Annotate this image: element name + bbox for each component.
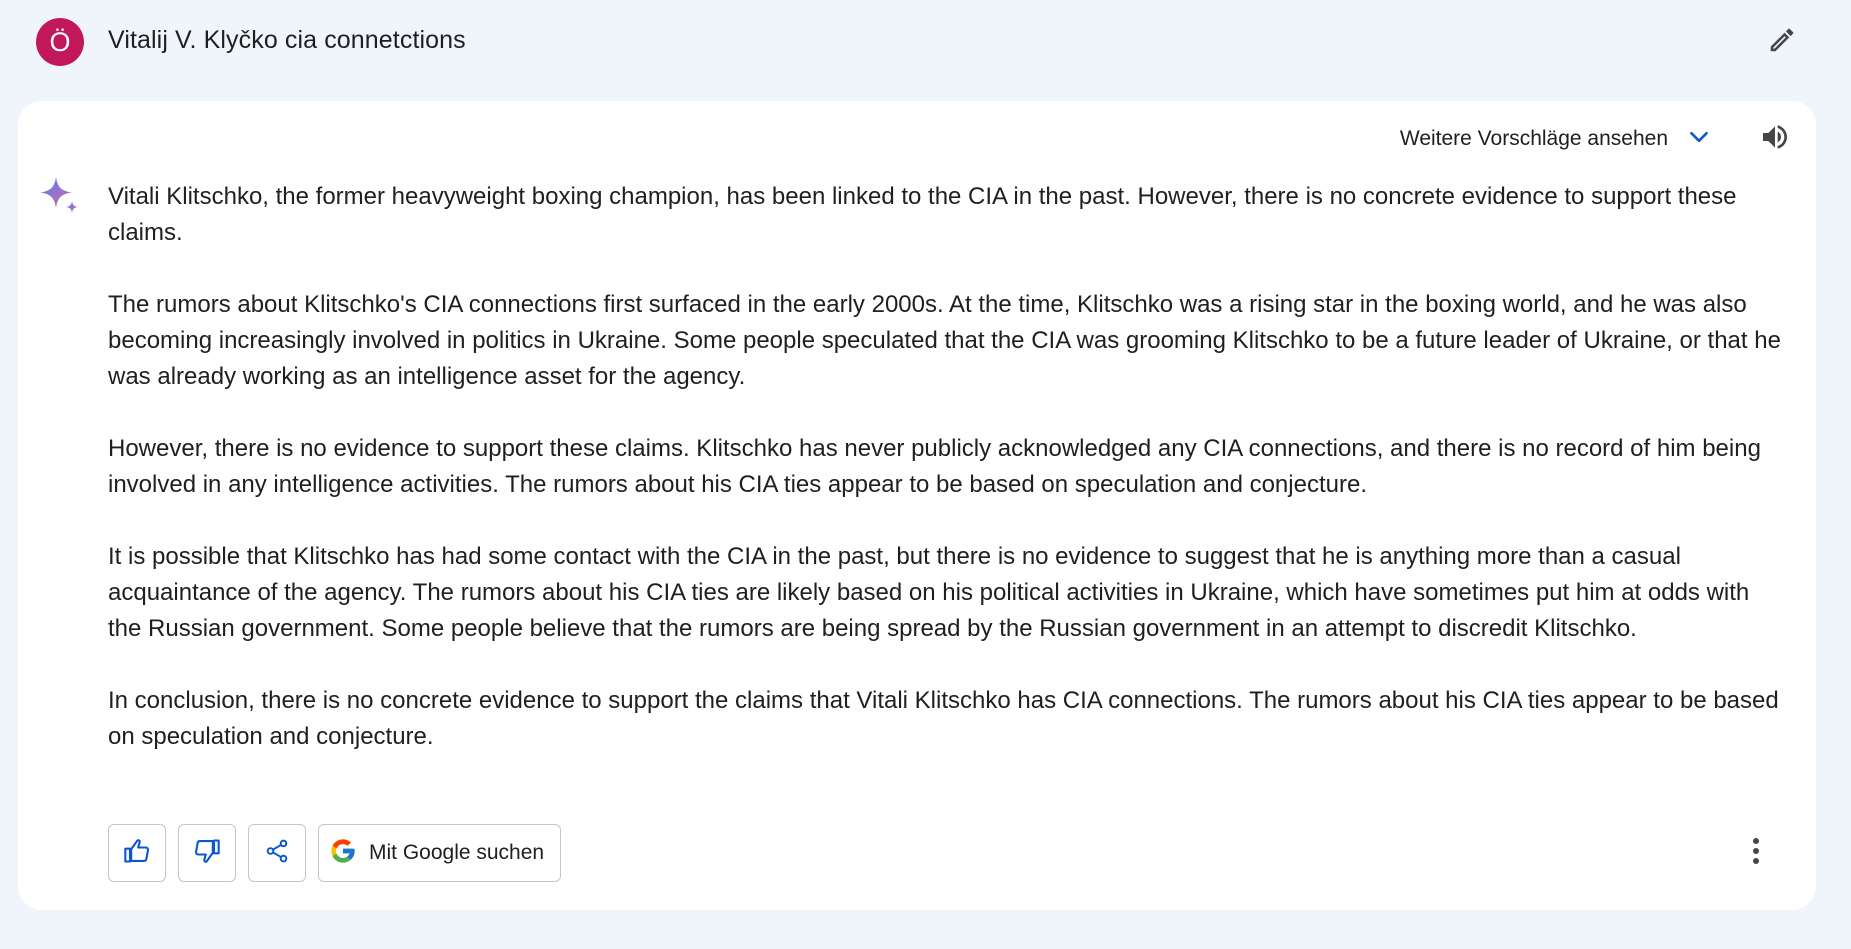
thumbs-down-icon <box>193 837 221 870</box>
response-card: Weitere Vorschläge ansehen Vitali Klitsc… <box>18 101 1816 910</box>
speaker-icon <box>1759 121 1791 158</box>
pencil-icon <box>1767 25 1797 60</box>
thumbs-down-button[interactable] <box>178 824 236 882</box>
read-aloud-button[interactable] <box>1754 118 1796 160</box>
google-search-button[interactable]: Mit Google suchen <box>318 824 562 882</box>
google-search-label: Mit Google suchen <box>369 841 545 864</box>
share-button[interactable] <box>248 824 306 882</box>
response-text: Vitali Klitschko, the former heavyweight… <box>108 179 1788 791</box>
edit-prompt-button[interactable] <box>1762 22 1802 62</box>
google-g-icon <box>329 837 357 870</box>
response-paragraph: In conclusion, there is no concrete evid… <box>108 687 1779 750</box>
more-vert-icon <box>1751 836 1761 871</box>
more-options-button[interactable] <box>1736 831 1776 875</box>
prompt-text: Vitalij V. Klyčko cia connetctions <box>108 26 466 54</box>
thumbs-up-icon <box>123 837 151 870</box>
response-actions: Mit Google suchen <box>108 824 562 882</box>
share-icon <box>264 838 290 869</box>
user-prompt-row: Ö Vitalij V. Klyčko cia connetctions <box>0 0 1851 84</box>
more-suggestions-toggle[interactable]: Weitere Vorschläge ansehen <box>1400 119 1712 159</box>
gemini-spark-icon <box>36 173 86 223</box>
user-avatar[interactable]: Ö <box>36 18 84 66</box>
thumbs-up-button[interactable] <box>108 824 166 882</box>
response-paragraph: Vitali Klitschko, the former heavyweight… <box>108 183 1737 246</box>
response-paragraph: The rumors about Klitschko's CIA connect… <box>108 291 1781 390</box>
response-paragraph: It is possible that Klitschko has had so… <box>108 543 1750 642</box>
chevron-down-icon <box>1686 124 1712 155</box>
more-suggestions-label: Weitere Vorschläge ansehen <box>1399 127 1668 150</box>
response-paragraph: However, there is no evidence to support… <box>108 435 1761 498</box>
